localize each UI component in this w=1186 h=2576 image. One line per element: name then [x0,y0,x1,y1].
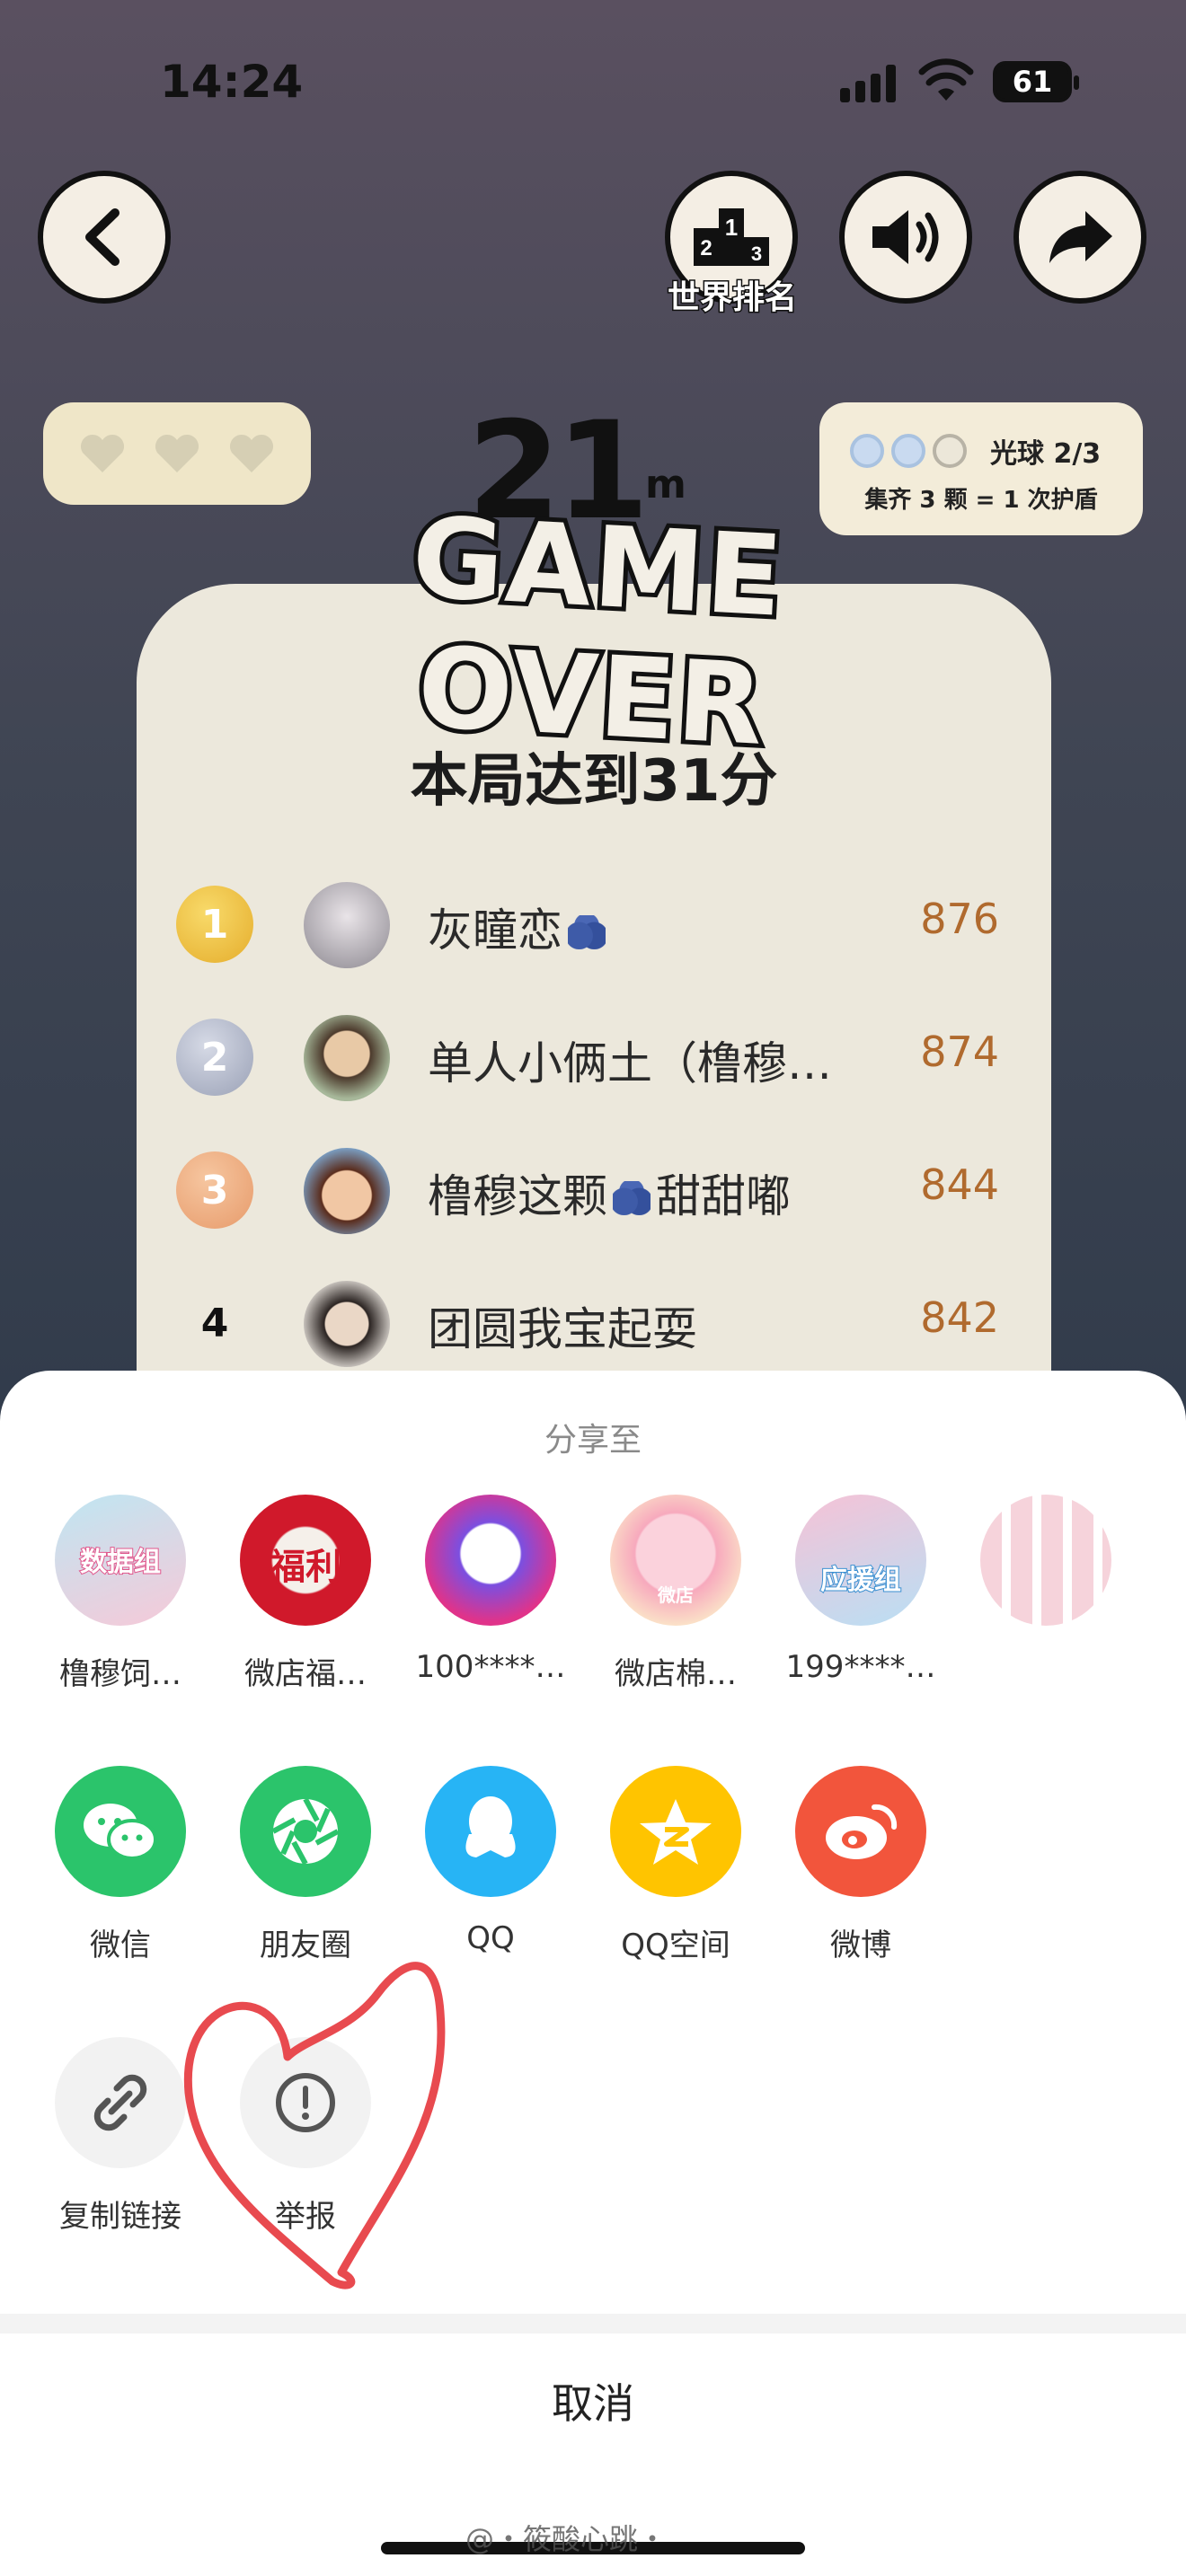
contact-avatar: 微店 [610,1495,741,1626]
leaderboard-row[interactable]: 1 灰瞳恋 876 [137,869,1051,977]
gold-medal-icon: 1 [176,886,253,963]
share-apps-row: 微信 朋友圈 QQ QQ空间 微博 [0,1766,1186,1963]
player-name: 灰瞳恋 [428,895,606,959]
svg-text:1: 1 [725,214,738,241]
avatar [304,882,390,968]
svg-text:3: 3 [751,243,762,265]
moments-icon [240,1766,371,1897]
leaderboard-row[interactable]: 3 橹穆这颗 甜甜嘟 844 [137,1135,1051,1243]
share-sheet-title: 分享至 [544,1422,642,1459]
share-to-qzone[interactable]: QQ空间 [586,1766,766,1964]
contact-avatar: 数据组 [55,1495,186,1626]
qq-icon [425,1766,556,1897]
contact-label: 橹穆饲… [59,1656,181,1692]
player-name: 单人小俩土（橹穆… [428,1037,832,1090]
weibo-icon [795,1766,926,1897]
contact-label: 100****… [415,1649,566,1685]
avatar [304,1015,390,1101]
share-arrow-icon [1049,211,1112,263]
link-icon [55,2037,186,2168]
silver-medal-icon: 2 [176,1019,253,1096]
share-app-label: QQ空间 [621,1928,730,1963]
contact-label: 199****… [785,1649,936,1685]
bronze-medal-icon: 3 [176,1151,253,1229]
contact-avatar: 应援组 [795,1495,926,1626]
share-to-weibo[interactable]: 微博 [771,1766,951,1964]
contact-avatar [425,1495,556,1626]
orb-count: 光球 2/3 [990,438,1102,470]
contact-avatar [980,1495,1111,1626]
chevron-left-icon [85,208,119,266]
player-score: 874 [920,1028,999,1076]
recent-contacts[interactable]: 数据组 橹穆饲… 福利 微店福… 100****… 微店 微店棉… 应援组 19… [0,1495,1186,1710]
wifi-icon [918,58,974,101]
speaker-icon [872,210,939,264]
contact-label: 微店福… [244,1656,367,1692]
status-time: 14:24 [160,56,304,108]
hand-drawn-heart-annotation [183,1962,446,2289]
battery-level: 61 [1012,65,1053,99]
player-score: 842 [920,1293,999,1342]
battery-icon: 61 [993,61,1079,102]
qzone-icon [610,1766,741,1897]
share-button[interactable] [1013,171,1146,304]
contact-avatar: 福利 [240,1495,371,1626]
orb-note: 集齐 3 颗 = 1 次护盾 [864,487,1098,514]
contact-item[interactable]: 数据组 橹穆饲… [31,1495,210,1693]
light-orb-card: 光球 2/3 集齐 3 颗 = 1 次护盾 [819,402,1143,535]
sound-button[interactable] [839,171,972,304]
distance-unit: m [645,462,686,507]
blueberry-icon [613,1181,651,1215]
avatar [304,1148,390,1234]
player-score: 844 [920,1160,999,1209]
contact-label: 微店棉… [615,1656,737,1692]
rank-number: 4 [200,1300,229,1346]
share-to-moments[interactable]: 朋友圈 [216,1766,395,1964]
leaderboard-row[interactable]: 2 单人小俩土（橹穆… 874 [137,1002,1051,1110]
game-over-title: GAME OVER [404,489,792,775]
world-ranking-label: 世界排名 [666,278,798,318]
podium-icon: 1 2 3 [694,208,769,266]
heart-icon [155,434,199,472]
contact-item[interactable]: 微店 微店棉… [586,1495,766,1693]
sheet-divider [0,2314,1186,2333]
player-score: 876 [920,895,999,943]
orb-icon [891,434,925,468]
contact-item[interactable]: 100****… [401,1495,580,1685]
wechat-icon [55,1766,186,1897]
orb-empty-icon [933,434,967,468]
orb-icon [850,434,884,468]
cellular-signal-icon [840,65,898,102]
heart-icon [80,434,124,472]
back-button[interactable] [38,171,171,304]
share-to-qq[interactable]: QQ [401,1766,580,1956]
watermark: @・筱酸心跳・ [465,2522,668,2556]
share-to-wechat[interactable]: 微信 [31,1766,210,1964]
blueberry-icon [568,915,606,949]
heart-icon [230,434,274,472]
share-app-label: 微博 [830,1928,891,1963]
contact-item[interactable]: 应援组 199****… [771,1495,951,1685]
player-name: 橹穆这颗 甜甜嘟 [428,1170,791,1222]
avatar [304,1281,390,1367]
cancel-button[interactable]: 取消 [0,2333,1186,2468]
contact-item[interactable] [956,1495,1136,1626]
status-bar: 14:24 61 [0,0,1186,171]
contact-item[interactable]: 福利 微店福… [216,1495,395,1693]
player-name: 团圆我宝起耍 [428,1303,697,1355]
svg-text:2: 2 [700,236,712,260]
leaderboard-row[interactable]: 4 团圆我宝起耍 842 [137,1268,1051,1376]
